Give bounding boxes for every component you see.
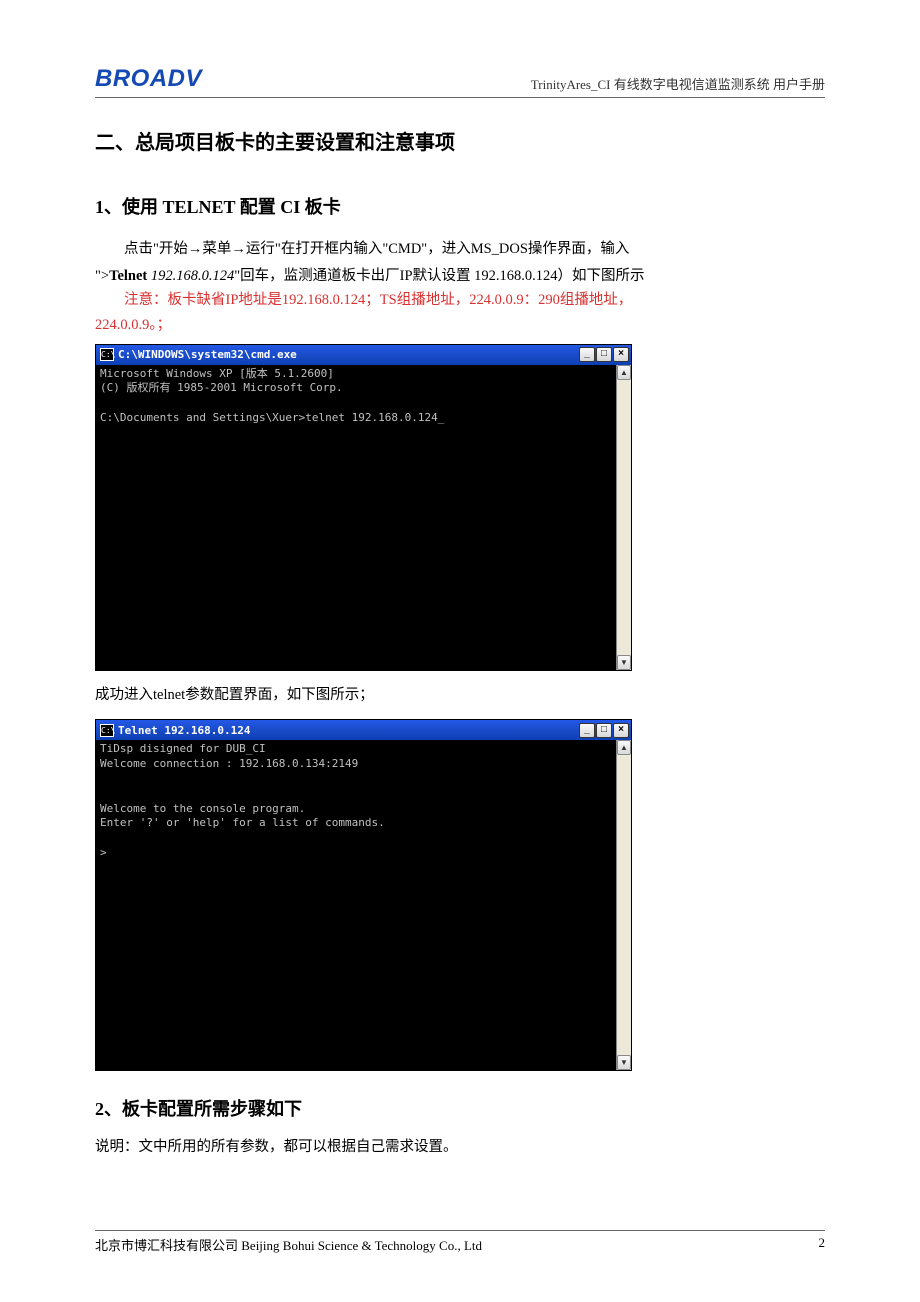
paragraph-cmd: ">Telnet 192.168.0.124"回车，监测通道板卡出厂IP默认设置… bbox=[95, 264, 825, 289]
close-button[interactable]: × bbox=[613, 723, 629, 738]
close-button[interactable]: × bbox=[613, 347, 629, 362]
cmd1-scrollbar[interactable]: ▲ ▼ bbox=[616, 365, 631, 670]
paragraph-intro: 点击"开始→菜单→运行"在打开框内输入"CMD"，进入MS_DOS操作界面，输入 bbox=[95, 237, 825, 262]
page-footer: 北京市博汇科技有限公司 Beijing Bohui Science & Tech… bbox=[95, 1230, 825, 1254]
cmd2-body[interactable]: TiDsp disigned for DUB_CI Welcome connec… bbox=[96, 740, 616, 1070]
warning-line1: 注意：板卡缺省IP地址是192.168.0.124；TS组播地址，224.0.0… bbox=[95, 288, 825, 313]
warning-line2: 224.0.0.9。； bbox=[95, 313, 825, 338]
scroll-track[interactable] bbox=[617, 755, 631, 1055]
doc-title: TrinityAres_CI 有线数字电视信道监测系统 用户手册 bbox=[531, 74, 825, 93]
para1-rest: "回车，监测通道板卡出厂IP默认设置 192.168.0.124）如下图所示 bbox=[234, 268, 644, 284]
maximize-button[interactable]: □ bbox=[596, 723, 612, 738]
cmd-window-1: C:\ C:\WINDOWS\system32\cmd.exe _ □ × Mi… bbox=[95, 344, 632, 671]
quote-open: "> bbox=[95, 268, 109, 284]
cmd-icon: C:\ bbox=[100, 348, 114, 361]
cmd1-body[interactable]: Microsoft Windows XP [版本 5.1.2600] (C) 版… bbox=[96, 365, 616, 670]
page-number: 2 bbox=[819, 1235, 826, 1254]
scroll-up-icon[interactable]: ▲ bbox=[617, 740, 631, 755]
cmd2-title: Telnet 192.168.0.124 bbox=[118, 724, 250, 737]
cmd-window-2: C:\ Telnet 192.168.0.124 _ □ × TiDsp dis… bbox=[95, 719, 632, 1071]
paragraph-desc: 说明：文中所用的所有参数，都可以根据自己需求设置。 bbox=[95, 1135, 825, 1160]
page-header: BROADV TrinityAres_CI 有线数字电视信道监测系统 用户手册 bbox=[95, 65, 825, 98]
logo: BROADV bbox=[95, 65, 202, 93]
minimize-button[interactable]: _ bbox=[579, 347, 595, 362]
cmd1-title: C:\WINDOWS\system32\cmd.exe bbox=[118, 348, 297, 361]
cmd-icon: C:\ bbox=[100, 724, 114, 737]
scroll-down-icon[interactable]: ▼ bbox=[617, 1055, 631, 1070]
cmd1-titlebar[interactable]: C:\ C:\WINDOWS\system32\cmd.exe _ □ × bbox=[96, 345, 631, 365]
cmd2-scrollbar[interactable]: ▲ ▼ bbox=[616, 740, 631, 1070]
telnet-bold: Telnet bbox=[109, 268, 147, 284]
footer-company: 北京市博汇科技有限公司 Beijing Bohui Science & Tech… bbox=[95, 1235, 482, 1254]
scroll-up-icon[interactable]: ▲ bbox=[617, 365, 631, 380]
heading-telnet-config: 1、使用 TELNET 配置 CI 板卡 bbox=[95, 193, 825, 219]
cmd2-titlebar[interactable]: C:\ Telnet 192.168.0.124 _ □ × bbox=[96, 720, 631, 740]
heading-section: 二、总局项目板卡的主要设置和注意事项 bbox=[95, 126, 825, 155]
minimize-button[interactable]: _ bbox=[579, 723, 595, 738]
heading-config-steps: 2、板卡配置所需步骤如下 bbox=[95, 1095, 825, 1121]
scroll-track[interactable] bbox=[617, 380, 631, 655]
ip-italic: 192.168.0.124 bbox=[147, 268, 234, 284]
scroll-down-icon[interactable]: ▼ bbox=[617, 655, 631, 670]
maximize-button[interactable]: □ bbox=[596, 347, 612, 362]
paragraph-success: 成功进入telnet参数配置界面，如下图所示； bbox=[95, 683, 825, 708]
